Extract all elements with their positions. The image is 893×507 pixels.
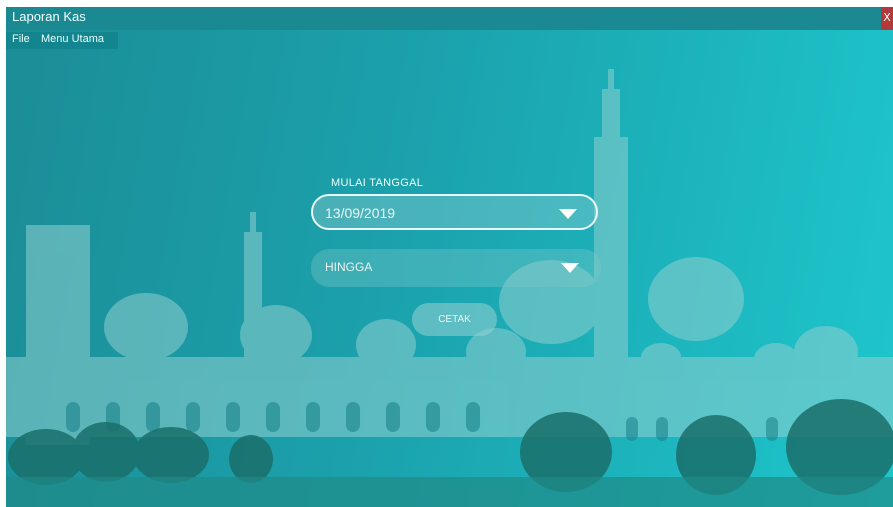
window-title: Laporan Kas [12, 9, 86, 24]
mulai-tanggal-datepicker[interactable]: 13/09/2019 [311, 194, 598, 230]
mulai-tanggal-label: MULAI TANGGAL [331, 177, 424, 189]
dropdown-arrow-icon[interactable] [559, 209, 577, 219]
title-bar: Laporan Kas X [6, 7, 893, 30]
dropdown-arrow-icon[interactable] [561, 263, 579, 273]
menu-bar: File Menu Utama [6, 32, 118, 49]
menu-menu-utama[interactable]: Menu Utama [41, 33, 104, 45]
laporan-kas-window: Laporan Kas X File Menu Utama MULAI TANG… [6, 7, 893, 507]
close-icon[interactable]: X [881, 7, 893, 30]
cetak-button[interactable]: CETAK [412, 303, 497, 336]
mulai-tanggal-value: 13/09/2019 [325, 205, 396, 221]
hingga-datepicker[interactable]: HINGGA [311, 249, 601, 287]
hingga-value: HINGGA [325, 260, 373, 274]
menu-file[interactable]: File [12, 33, 30, 45]
